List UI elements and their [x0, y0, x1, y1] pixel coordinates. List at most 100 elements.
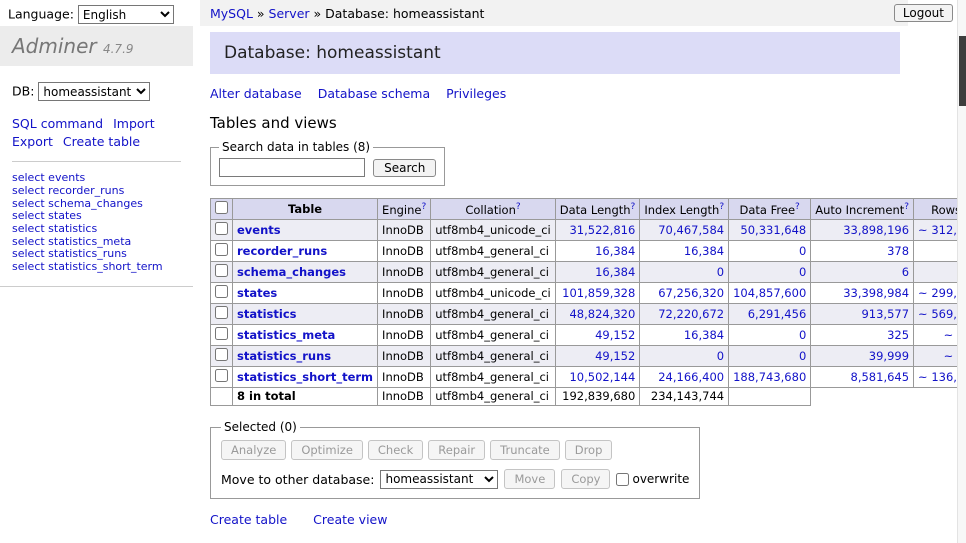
- cell-data-free-link[interactable]: 0: [799, 349, 806, 363]
- link-select-schema-changes[interactable]: select schema_changes: [12, 198, 181, 211]
- cell-index-length-link[interactable]: 72,220,672: [658, 307, 724, 321]
- table-link-recorder-runs[interactable]: recorder_runs: [237, 244, 327, 258]
- cell-auto-increment-link[interactable]: 913,577: [861, 307, 909, 321]
- cell-data-length-link[interactable]: 16,384: [595, 265, 635, 279]
- cell-index-length-link[interactable]: 16,384: [684, 328, 724, 342]
- overwrite-checkbox[interactable]: [616, 473, 629, 486]
- cell-collation: utf8mb4_general_ci: [431, 304, 556, 325]
- optimize-button[interactable]: Optimize: [291, 440, 363, 460]
- table-link-schema-changes[interactable]: schema_changes: [237, 265, 346, 279]
- move-db-select[interactable]: homeassistant: [380, 470, 498, 489]
- cell-rows-link[interactable]: ~ 299,833: [918, 286, 957, 300]
- cell-data-free-link[interactable]: 0: [799, 244, 806, 258]
- language-select[interactable]: English: [78, 5, 174, 24]
- cell-data-free-link[interactable]: 104,857,600: [733, 286, 806, 300]
- search-button[interactable]: Search: [373, 159, 436, 177]
- link-privileges[interactable]: Privileges: [446, 86, 506, 101]
- column-help-link[interactable]: ?: [719, 202, 724, 212]
- truncate-button[interactable]: Truncate: [490, 440, 560, 460]
- table-link-statistics-short-term[interactable]: statistics_short_term: [237, 370, 373, 384]
- table-link-statistics[interactable]: statistics: [237, 307, 297, 321]
- row-checkbox-events[interactable]: [215, 222, 228, 235]
- row-checkbox-recorder-runs[interactable]: [215, 243, 228, 256]
- cell-rows-link[interactable]: ~ 244: [944, 328, 957, 342]
- search-input[interactable]: [219, 158, 365, 177]
- cell-index-length-link[interactable]: 70,467,584: [658, 223, 724, 237]
- table-link-statistics-runs[interactable]: statistics_runs: [237, 349, 331, 363]
- breadcrumb-link-server[interactable]: Server: [269, 6, 310, 21]
- link-alter-database[interactable]: Alter database: [210, 86, 302, 101]
- row-checkbox-statistics[interactable]: [215, 306, 228, 319]
- cell-index-length-link[interactable]: 0: [717, 349, 724, 363]
- cell-rows-link[interactable]: ~ 628: [944, 349, 957, 363]
- cell-index-length-link[interactable]: 0: [717, 265, 724, 279]
- cell-data-length-link[interactable]: 101,859,328: [562, 286, 635, 300]
- link-create-view[interactable]: Create view: [313, 512, 387, 527]
- scrollbar-track[interactable]: [957, 0, 966, 543]
- cell-index-length-link[interactable]: 16,384: [684, 244, 724, 258]
- link-select-statistics-short-term[interactable]: select statistics_short_term: [12, 261, 181, 274]
- move-button[interactable]: Move: [504, 469, 555, 489]
- column-help-link[interactable]: ?: [516, 202, 521, 212]
- search-fieldset: Search data in tables (8) Search: [210, 140, 445, 186]
- repair-button[interactable]: Repair: [428, 440, 485, 460]
- cell-data-free-link[interactable]: 50,331,648: [740, 223, 806, 237]
- row-checkbox-schema-changes[interactable]: [215, 264, 228, 277]
- cell-data-free-link[interactable]: 6,291,456: [748, 307, 807, 321]
- select-all-checkbox[interactable]: [215, 201, 228, 214]
- cell-index-length-link[interactable]: 24,166,400: [658, 370, 724, 384]
- link-select-states[interactable]: select states: [12, 210, 181, 223]
- cell-data-length-link[interactable]: 16,384: [595, 244, 635, 258]
- row-checkbox-statistics-runs[interactable]: [215, 348, 228, 361]
- cell-data-free-link[interactable]: 188,743,680: [733, 370, 806, 384]
- cell-auto-increment-link[interactable]: 6: [902, 265, 909, 279]
- cell-auto-increment-link[interactable]: 33,898,196: [843, 223, 909, 237]
- cell-rows-link[interactable]: ~ 312,180: [918, 223, 957, 237]
- drop-button[interactable]: Drop: [565, 440, 613, 460]
- analyze-button[interactable]: Analyze: [221, 440, 286, 460]
- cell-data-length-link[interactable]: 31,522,816: [569, 223, 635, 237]
- copy-button[interactable]: Copy: [561, 469, 610, 489]
- cell-data-length-link[interactable]: 49,152: [595, 328, 635, 342]
- scrollbar-thumb[interactable]: [959, 36, 966, 106]
- cell-auto-increment-link[interactable]: 8,581,645: [851, 370, 910, 384]
- cell-rows-link[interactable]: ~ 569,159: [918, 307, 957, 321]
- cell-rows-link[interactable]: ~ 136,108: [918, 370, 957, 384]
- check-button[interactable]: Check: [368, 440, 423, 460]
- breadcrumb-link-mysql[interactable]: MySQL: [210, 6, 253, 21]
- link-sql-command[interactable]: SQL command: [12, 115, 103, 133]
- cell-data-length-link[interactable]: 48,824,320: [569, 307, 635, 321]
- cell-data-free-link[interactable]: 0: [799, 265, 806, 279]
- row-checkbox-statistics-short-term[interactable]: [215, 369, 228, 382]
- link-select-recorder-runs[interactable]: select recorder_runs: [12, 185, 181, 198]
- link-database-schema[interactable]: Database schema: [318, 86, 430, 101]
- column-help-link[interactable]: ?: [904, 202, 909, 212]
- column-help-link[interactable]: ?: [795, 202, 800, 212]
- column-label: Data Length: [560, 203, 631, 217]
- link-select-events[interactable]: select events: [12, 172, 181, 185]
- cell-index-length-link[interactable]: 67,256,320: [658, 286, 724, 300]
- row-checkbox-states[interactable]: [215, 285, 228, 298]
- db-select[interactable]: homeassistant: [38, 82, 150, 101]
- cell-data-length-link[interactable]: 10,502,144: [569, 370, 635, 384]
- cell-auto-increment-link[interactable]: 39,999: [869, 349, 909, 363]
- link-create-table[interactable]: Create table: [210, 512, 287, 527]
- column-help-link[interactable]: ?: [421, 202, 426, 212]
- cell-auto-increment-link[interactable]: 33,398,984: [843, 286, 909, 300]
- column-help-link[interactable]: ?: [631, 202, 636, 212]
- cell-auto-increment-link[interactable]: 378: [887, 244, 909, 258]
- table-link-states[interactable]: states: [237, 286, 277, 300]
- link-select-statistics[interactable]: select statistics: [12, 223, 181, 236]
- link-export[interactable]: Export: [12, 133, 53, 151]
- cell-data-length-link[interactable]: 49,152: [595, 349, 635, 363]
- link-select-statistics-runs[interactable]: select statistics_runs: [12, 248, 181, 261]
- link-select-statistics-meta[interactable]: select statistics_meta: [12, 236, 181, 249]
- link-create-table[interactable]: Create table: [63, 133, 140, 151]
- row-checkbox-statistics-meta[interactable]: [215, 327, 228, 340]
- cell-data-free-link[interactable]: 0: [799, 328, 806, 342]
- logout-button[interactable]: Logout: [894, 4, 953, 22]
- link-import[interactable]: Import: [113, 115, 155, 133]
- table-link-events[interactable]: events: [237, 223, 281, 237]
- cell-auto-increment-link[interactable]: 325: [887, 328, 909, 342]
- table-link-statistics-meta[interactable]: statistics_meta: [237, 328, 335, 342]
